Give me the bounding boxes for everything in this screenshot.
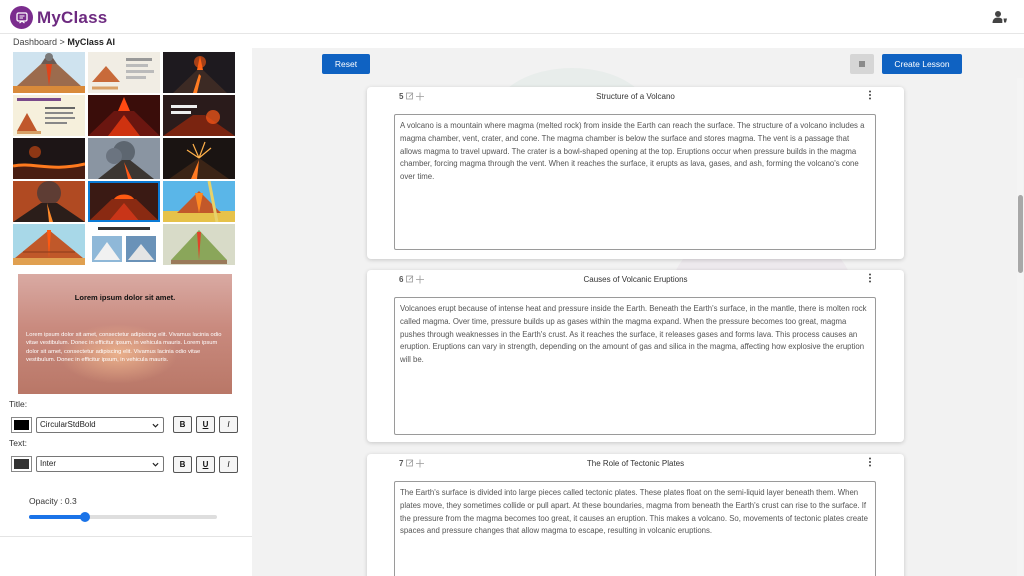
volcano-3d-diagram-image [163, 224, 235, 265]
title-underline-button[interactable]: U [196, 416, 215, 433]
volcano-eruption-image [163, 52, 235, 93]
title-font-select[interactable]: CircularStdBold [36, 417, 164, 433]
card-title: Causes of Volcanic Eruptions [583, 275, 688, 284]
app-header: MyClass [0, 0, 1024, 34]
thumbnail-7[interactable] [13, 138, 85, 179]
user-settings-icon[interactable] [992, 9, 1008, 25]
workspace-scrollbar[interactable] [1017, 78, 1023, 576]
night-eruption-image [163, 138, 235, 179]
opacity-slider-fill [29, 515, 86, 519]
thumbnail-12[interactable] [163, 181, 235, 222]
workspace-scrollbar-thumb[interactable] [1018, 195, 1023, 273]
text-style-label: Text: [9, 438, 27, 448]
thumbnail-3[interactable] [163, 52, 235, 93]
volcano-diagram-image [13, 52, 85, 93]
volcano-layers-image [13, 224, 85, 265]
thumbnail-14[interactable] [88, 224, 160, 265]
preview-body-text: Lorem ipsum dolor sit amet, consectetur … [26, 332, 222, 364]
thumbnail-1[interactable] [13, 52, 85, 93]
left-panel-divider [0, 536, 252, 537]
selected-volcano-image [88, 181, 160, 222]
thumbnail-5[interactable] [88, 95, 160, 136]
breadcrumb-dashboard[interactable]: Dashboard [13, 37, 57, 47]
ash-cloud-image [88, 138, 160, 179]
reset-button[interactable]: Reset [322, 54, 370, 74]
image-thumbnail-grid [13, 52, 236, 267]
thumbnail-11[interactable] [88, 181, 160, 222]
thumbnail-10[interactable] [13, 181, 85, 222]
slide-preview: Lorem ipsum dolor sit amet. Lorem ipsum … [18, 274, 232, 394]
stop-button[interactable] [850, 54, 874, 74]
volcano-title-slide-image [163, 95, 235, 136]
thumbnail-15[interactable] [163, 224, 235, 265]
thumbnail-4[interactable] [13, 95, 85, 136]
thumbnail-8[interactable] [88, 138, 160, 179]
breadcrumb-separator: > [59, 37, 65, 47]
app-logo[interactable]: MyClass [10, 6, 107, 29]
text-bold-button[interactable]: B [173, 456, 192, 473]
title-style-label: Title: [9, 399, 28, 409]
title-italic-button[interactable]: I [219, 416, 238, 433]
volcano-text-slide-image [13, 95, 85, 136]
volcano-types-image [88, 224, 160, 265]
lesson-card-7: 7 The Role of Tectonic Plates The Earth'… [367, 454, 904, 576]
lesson-card-6: 6 Causes of Volcanic Eruptions Volcanoes… [367, 270, 904, 442]
create-lesson-button[interactable]: Create Lesson [882, 54, 962, 74]
more-options-icon[interactable] [868, 90, 872, 100]
text-font-value: Inter [40, 459, 57, 468]
thumbnail-13[interactable] [13, 224, 85, 265]
opacity-slider[interactable] [29, 512, 217, 522]
thumbnail-2[interactable] [88, 52, 160, 93]
title-color-swatch [14, 420, 29, 430]
card-title: The Role of Tectonic Plates [586, 459, 685, 468]
chevron-down-icon [152, 423, 159, 428]
card-text-area[interactable]: The Earth's surface is divided into larg… [394, 481, 876, 576]
sunset-eruption-image [13, 181, 85, 222]
text-color-picker[interactable] [11, 456, 32, 472]
app-name: MyClass [37, 7, 108, 27]
more-options-icon[interactable] [868, 457, 872, 467]
thumbnail-6[interactable] [163, 95, 235, 136]
card-text-area[interactable]: A volcano is a mountain where magma (mel… [394, 114, 876, 250]
lesson-workspace: Reset Create Lesson 5 Structure of a Vol… [252, 48, 1024, 576]
title-color-picker[interactable] [11, 417, 32, 433]
illustrated-volcano-image [163, 181, 235, 222]
text-underline-button[interactable]: U [196, 456, 215, 473]
title-font-value: CircularStdBold [40, 420, 96, 429]
lesson-card-5: 5 Structure of a Volcano A volcano is a … [367, 87, 904, 259]
text-color-swatch [14, 459, 29, 469]
text-italic-button[interactable]: I [219, 456, 238, 473]
logo-icon [10, 6, 33, 29]
preview-title: Lorem ipsum dolor sit amet. [74, 293, 176, 302]
opacity-slider-thumb[interactable] [80, 512, 91, 522]
more-options-icon[interactable] [868, 273, 872, 283]
lava-flow-image [88, 95, 160, 136]
opacity-label: Opacity : 0.3 [29, 496, 77, 506]
breadcrumb: Dashboard > MyClass AI [13, 37, 115, 47]
card-text-area[interactable]: Volcanoes erupt because of intense heat … [394, 297, 876, 435]
text-font-select[interactable]: Inter [36, 456, 164, 472]
title-bold-button[interactable]: B [173, 416, 192, 433]
stop-icon [859, 61, 865, 67]
chevron-down-icon [152, 462, 159, 467]
volcano-infographic-image [88, 52, 160, 93]
card-title: Structure of a Volcano [596, 92, 675, 101]
lava-river-image [13, 138, 85, 179]
thumbnail-9[interactable] [163, 138, 235, 179]
breadcrumb-current: MyClass AI [67, 37, 116, 47]
